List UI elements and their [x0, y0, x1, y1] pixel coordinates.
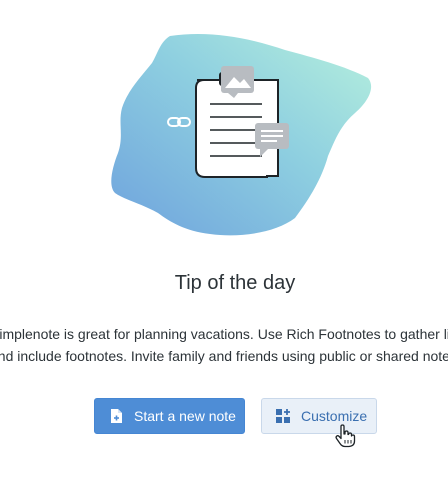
tip-description-line-2: and include footnotes. Invite family and…: [0, 348, 448, 364]
start-new-note-label: Start a new note: [134, 408, 236, 424]
customize-button[interactable]: Customize: [261, 398, 377, 434]
tip-of-the-day-panel: Tip of the day Simplenote is great for p…: [0, 0, 448, 493]
hero-illustration: [111, 33, 372, 236]
customize-icon: [275, 408, 291, 424]
hand-pointer-icon: [335, 424, 356, 448]
new-note-icon: [108, 408, 124, 424]
start-new-note-button[interactable]: Start a new note: [94, 398, 245, 434]
tip-title: Tip of the day: [174, 272, 296, 294]
tip-description-line-1: Simplenote is great for planning vacatio…: [0, 326, 448, 342]
customize-label: Customize: [301, 408, 368, 424]
